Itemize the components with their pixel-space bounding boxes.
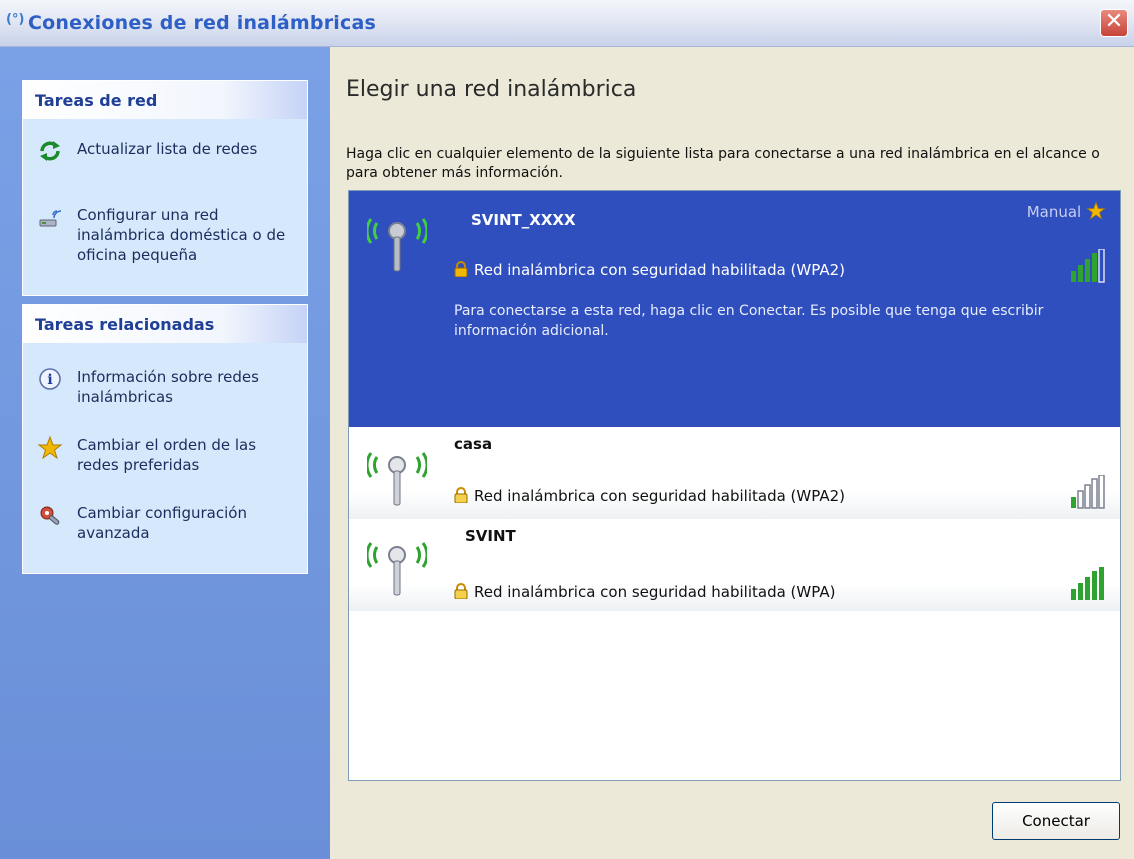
close-button[interactable]: ✕: [1100, 9, 1128, 37]
star-icon: [37, 435, 63, 461]
signal-strength-icon: [1071, 475, 1105, 509]
network-name: SVINT_XXXX: [471, 211, 576, 229]
signal-strength-icon: [1071, 249, 1105, 283]
security-label: Red inalámbrica con seguridad habilitada…: [474, 583, 836, 601]
security-status: Red inalámbrica con seguridad habilitada…: [454, 487, 845, 505]
related-tasks-box: Tareas relacionadas i Información sobre …: [22, 304, 308, 574]
lock-icon: [454, 261, 468, 277]
antenna-icon: [367, 452, 427, 506]
network-name: SVINT: [465, 527, 516, 545]
task-refresh-list[interactable]: Actualizar lista de redes: [23, 139, 309, 165]
network-detail: Para conectarse a esta red, haga clic en…: [454, 303, 1044, 339]
task-info-wireless[interactable]: i Información sobre redes inalámbricas: [23, 367, 309, 413]
task-advanced-settings[interactable]: Cambiar configuración avanzada: [23, 503, 309, 549]
antenna-icon: [367, 218, 427, 272]
lock-icon: [454, 487, 468, 503]
network-name: casa: [454, 435, 493, 453]
task-info-wireless-label: Información sobre redes inalámbricas: [77, 368, 259, 406]
page-title: Elegir una red inalámbrica: [346, 77, 637, 102]
related-tasks-header: Tareas relacionadas: [23, 305, 307, 343]
antenna-icon: [367, 542, 427, 596]
network-item-svint[interactable]: SVINT Red inalámbrica con seguridad habi…: [349, 519, 1120, 611]
task-pane: Tareas de red Actualizar lista de redes: [0, 47, 330, 859]
manual-label: Manual: [1026, 203, 1082, 221]
network-list[interactable]: SVINT_XXXX Manual Red inalámbrica con se…: [348, 190, 1121, 781]
main-content: Elegir una red inalámbrica Haga clic en …: [330, 47, 1134, 859]
wireless-setup-icon: [37, 205, 63, 231]
security-status: Red inalámbrica con seguridad habilitada…: [454, 583, 835, 601]
security-label: Red inalámbrica con seguridad habilitada…: [474, 487, 845, 505]
network-tasks-box: Tareas de red Actualizar lista de redes: [22, 80, 308, 296]
wireless-connections-window: (°) Conexiones de red inalámbricas ✕ Tar…: [0, 0, 1134, 859]
signal-strength-icon: [1071, 567, 1104, 600]
network-item-svint-xxxx[interactable]: SVINT_XXXX Manual Red inalámbrica con se…: [349, 191, 1120, 427]
task-change-order-label: Cambiar el orden de las redes preferidas: [77, 436, 257, 474]
refresh-icon: [37, 139, 63, 165]
instructions-text: Haga clic en cualquier elemento de la si…: [346, 146, 1100, 181]
svg-text:i: i: [47, 372, 52, 388]
info-icon: i: [37, 367, 63, 393]
task-setup-network-label: Configurar una red inalámbrica doméstica…: [77, 206, 286, 264]
network-tasks-header: Tareas de red: [23, 81, 307, 119]
task-change-order[interactable]: Cambiar el orden de las redes preferidas: [23, 435, 309, 481]
security-label: Red inalámbrica con seguridad habilitada…: [474, 261, 845, 279]
settings-icon: [37, 503, 63, 529]
security-status: Red inalámbrica con seguridad habilitada…: [454, 261, 845, 279]
wireless-icon: (°): [6, 12, 25, 27]
lock-icon: [454, 583, 468, 599]
window-title: Conexiones de red inalámbricas: [28, 12, 377, 34]
task-refresh-list-label: Actualizar lista de redes: [77, 140, 258, 158]
task-advanced-settings-label: Cambiar configuración avanzada: [77, 504, 247, 542]
title-bar[interactable]: (°) Conexiones de red inalámbricas ✕: [0, 0, 1134, 47]
star-icon: [1086, 201, 1106, 220]
network-item-casa[interactable]: casa Red inalámbrica con seguridad habil…: [349, 427, 1120, 519]
task-setup-network[interactable]: Configurar una red inalámbrica doméstica…: [23, 205, 309, 275]
connect-button[interactable]: Conectar: [992, 802, 1120, 840]
manual-indicator: Manual: [1027, 201, 1106, 221]
